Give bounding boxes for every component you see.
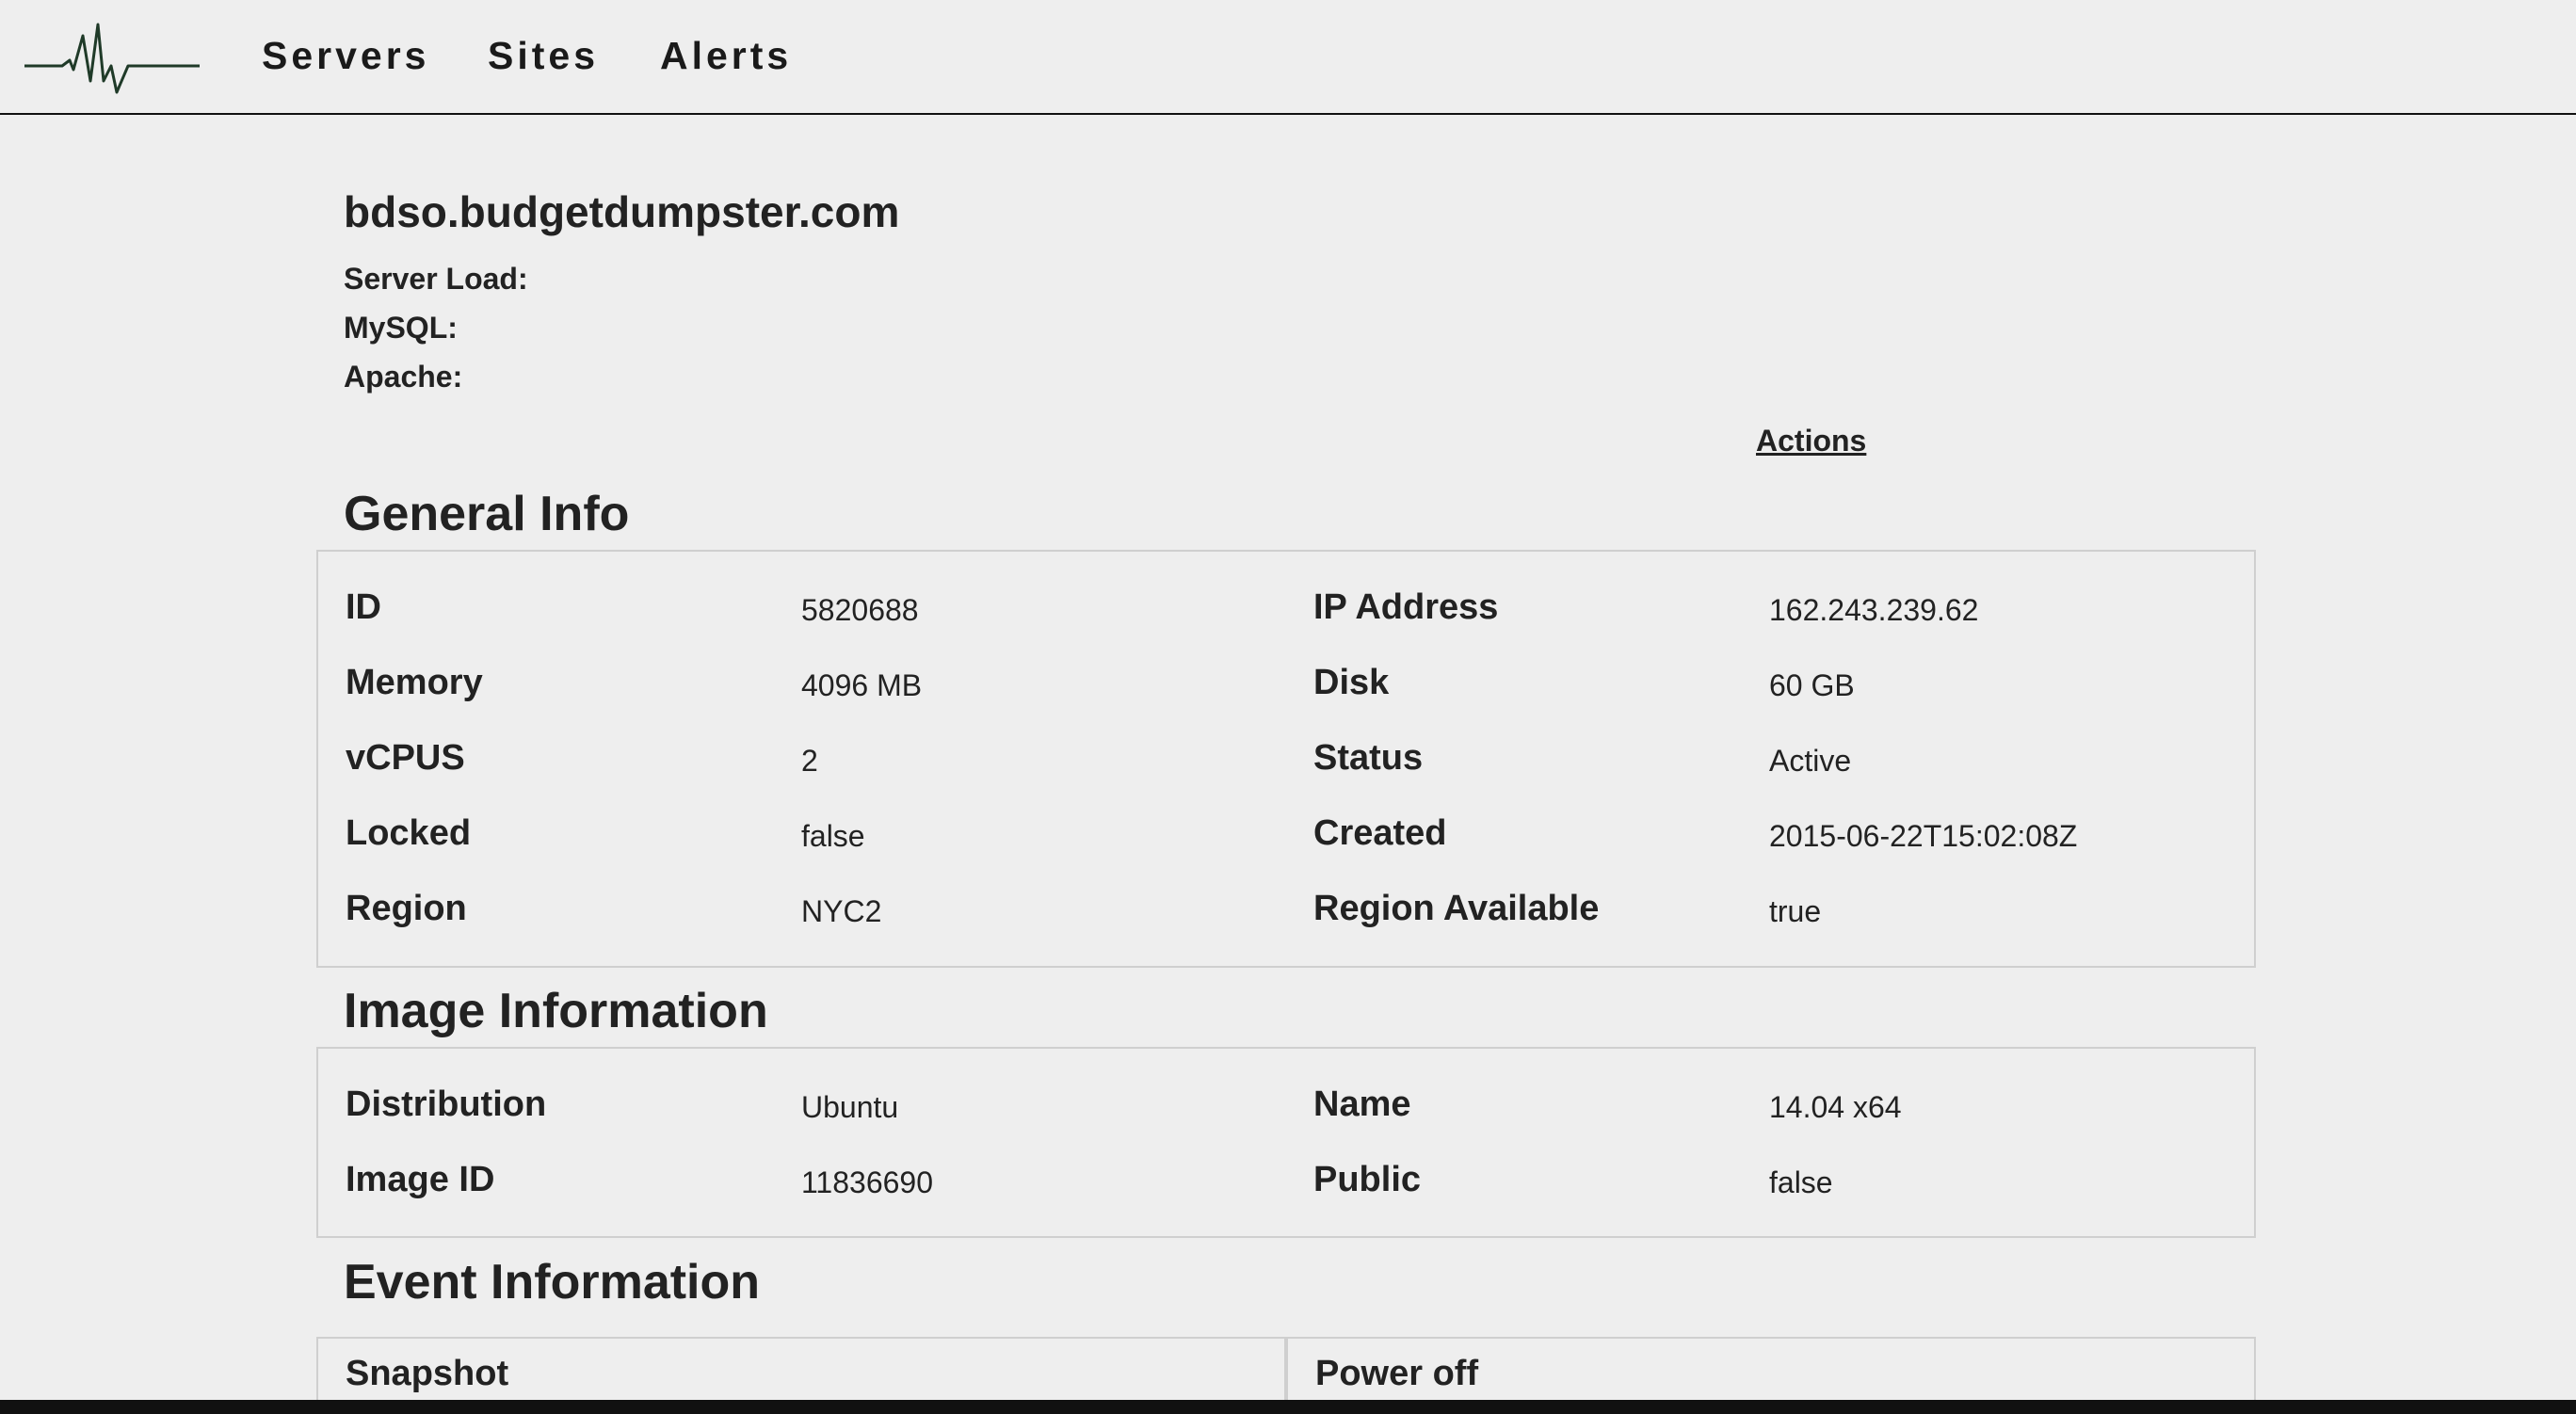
general-value-region-available: true <box>1769 894 1822 928</box>
general-value-status: Active <box>1769 744 1852 778</box>
top-navbar: Servers Sites Alerts <box>0 0 2576 115</box>
image-label-image-id: Image ID <box>346 1160 495 1199</box>
general-label-memory: Memory <box>346 663 483 702</box>
apache-label: Apache: <box>344 360 463 394</box>
image-info-title: Image Information <box>344 984 768 1038</box>
image-label-name: Name <box>1313 1085 1411 1124</box>
general-label-status: Status <box>1313 738 1424 778</box>
general-label-region-available: Region Available <box>1313 889 1600 928</box>
general-value-locked: false <box>801 819 865 853</box>
general-value-ip-address: 162.243.239.62 <box>1769 593 1979 627</box>
general-value-disk: 60 GB <box>1769 668 1855 702</box>
general-value-vcpus: 2 <box>801 744 818 778</box>
general-label-locked: Locked <box>346 813 472 853</box>
event-title-power-off: Power off <box>1315 1354 1479 1393</box>
image-value-name: 14.04 x64 <box>1769 1090 1902 1124</box>
general-value-id: 5820688 <box>801 593 919 627</box>
image-value-public: false <box>1769 1165 1833 1199</box>
mysql-label: MySQL: <box>344 311 458 345</box>
nav-servers[interactable]: Servers <box>262 34 429 78</box>
server-load-label: Server Load: <box>344 262 528 296</box>
event-title-snapshot: Snapshot <box>346 1354 509 1393</box>
bottom-edge-bar <box>0 1400 2576 1414</box>
actions-link[interactable]: Actions <box>1756 424 1866 458</box>
general-label-ip-address: IP Address <box>1313 587 1499 627</box>
general-value-memory: 4096 MB <box>801 668 923 702</box>
image-value-distribution: Ubuntu <box>801 1090 899 1124</box>
nav-sites[interactable]: Sites <box>488 34 599 78</box>
general-label-vcpus: vCPUS <box>346 738 465 778</box>
general-label-id: ID <box>346 587 381 627</box>
image-label-distribution: Distribution <box>346 1085 547 1124</box>
event-info-title: Event Information <box>344 1255 761 1310</box>
general-value-region: NYC2 <box>801 894 882 928</box>
general-value-created: 2015-06-22T15:02:08Z <box>1769 819 2078 853</box>
image-value-image-id: 11836690 <box>801 1165 933 1199</box>
general-label-region: Region <box>346 889 467 928</box>
general-label-created: Created <box>1313 813 1447 853</box>
image-info-panel <box>316 1047 2256 1238</box>
server-hostname: bdso.budgetdumpster.com <box>344 187 900 236</box>
nav-alerts[interactable]: Alerts <box>660 34 792 78</box>
image-label-public: Public <box>1313 1160 1422 1199</box>
general-info-title: General Info <box>344 487 630 541</box>
general-label-disk: Disk <box>1313 663 1390 702</box>
heartbeat-pulse-icon[interactable] <box>24 17 200 111</box>
